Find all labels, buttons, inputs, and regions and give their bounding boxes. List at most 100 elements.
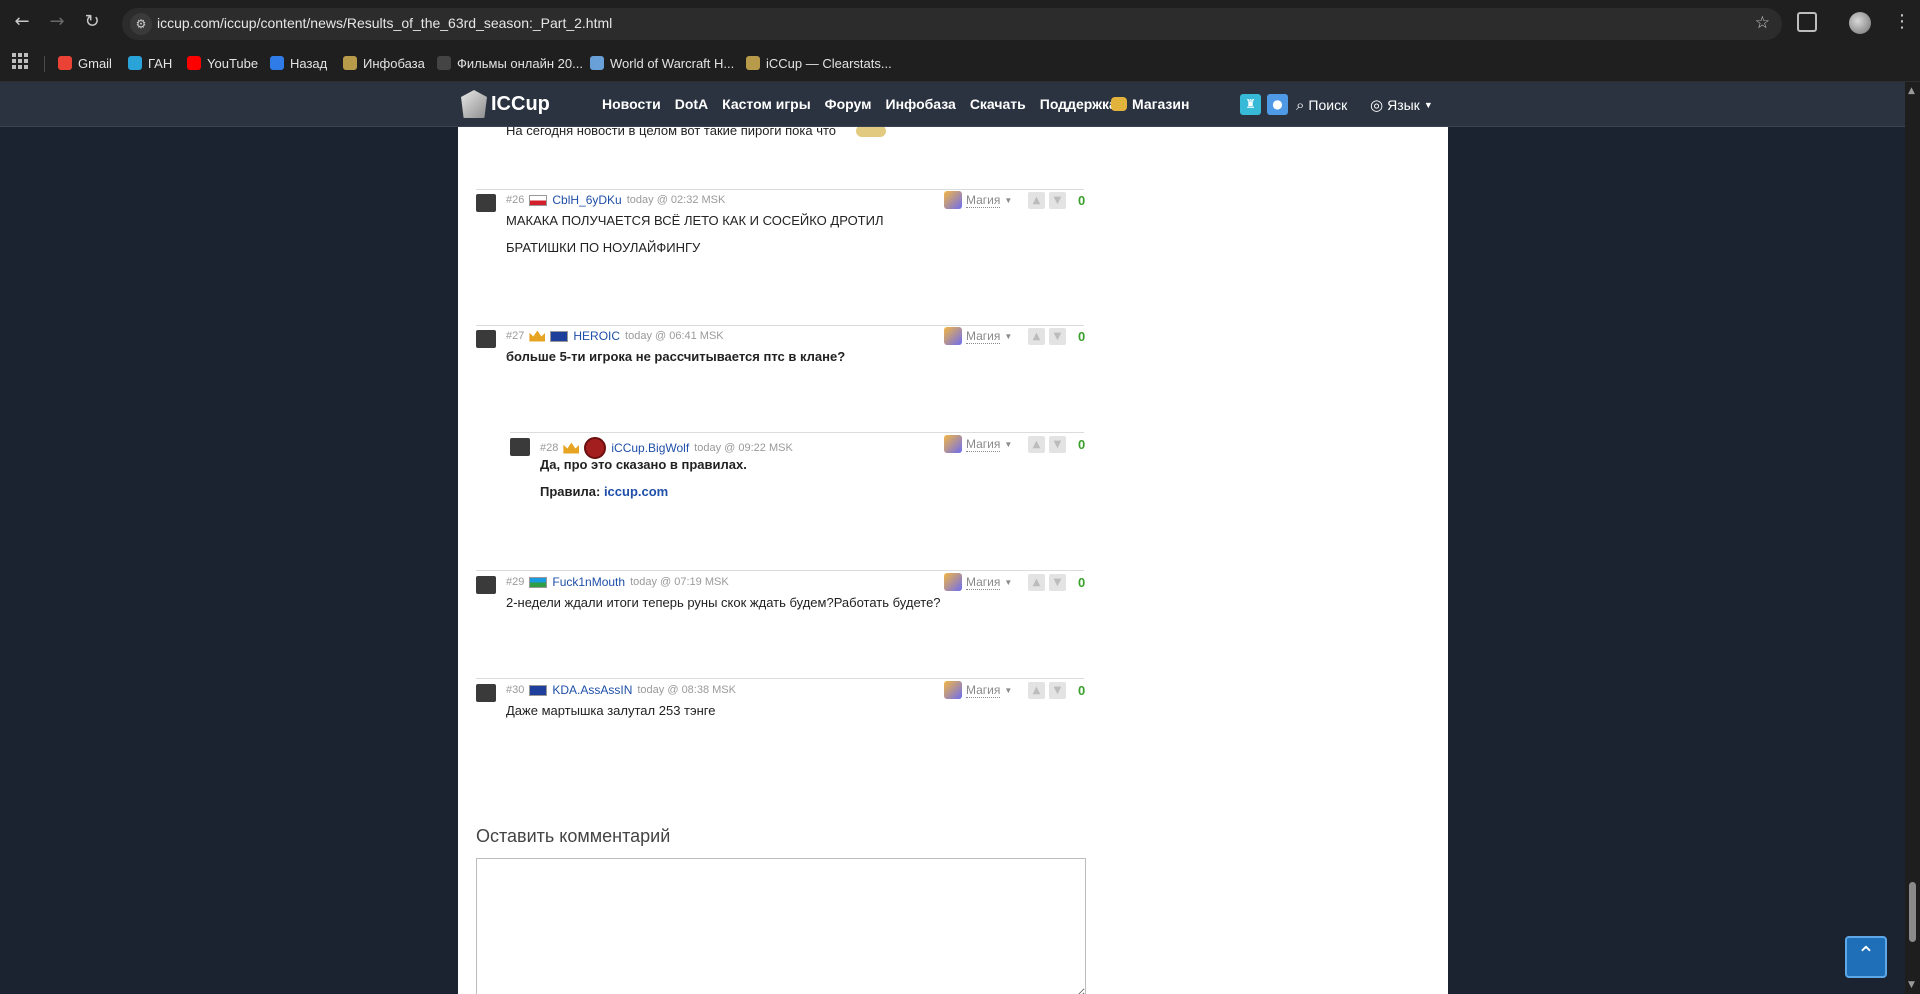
- magic-dropdown[interactable]: Магия ▼: [944, 573, 1012, 591]
- bookmark-item[interactable]: Фильмы онлайн 20...: [437, 53, 583, 73]
- gmail-icon: [58, 56, 72, 70]
- reload-button[interactable]: ↻: [80, 10, 104, 34]
- bookmark-label: iCCup — Clearstats...: [766, 55, 892, 71]
- vote-score: 0: [1078, 437, 1086, 452]
- comment-time: today @ 07:19 MSK: [630, 576, 729, 588]
- magic-dropdown[interactable]: Магия ▼: [944, 435, 1012, 453]
- youtube-icon: [187, 56, 201, 70]
- thumbs-up-icon[interactable]: ▲: [1028, 436, 1045, 453]
- back-button[interactable]: ←: [10, 10, 34, 34]
- comment-divider: [476, 189, 1084, 190]
- avatar[interactable]: [476, 576, 496, 594]
- vote-controls: ▲ ▼ 0: [1028, 436, 1085, 453]
- bookmark-item[interactable]: iCCup — Clearstats...: [746, 53, 892, 73]
- film-icon: [437, 56, 451, 70]
- thumbs-up-icon[interactable]: ▲: [1028, 328, 1045, 345]
- url-text[interactable]: iccup.com/iccup/content/news/Results_of_…: [157, 15, 612, 31]
- rules-link[interactable]: iccup.com: [604, 484, 668, 499]
- nav-support[interactable]: Поддержка: [1040, 96, 1117, 112]
- bookmark-item[interactable]: World of Warcraft H...: [590, 53, 734, 73]
- comment-number[interactable]: #30: [506, 684, 524, 696]
- shop-label: Магазин: [1132, 96, 1190, 112]
- extensions-icon[interactable]: [1797, 12, 1817, 32]
- scrollbar[interactable]: ▲ ▼: [1905, 82, 1920, 994]
- nav-news[interactable]: Новости: [602, 96, 661, 112]
- site-logo[interactable]: ICCup: [461, 90, 550, 118]
- address-bar[interactable]: ⚙ iccup.com/iccup/content/news/Results_o…: [122, 8, 1782, 40]
- bookmark-item[interactable]: Gmail: [58, 53, 112, 73]
- magic-dropdown[interactable]: Магия ▼: [944, 191, 1012, 209]
- site-info-icon[interactable]: ⚙: [130, 13, 152, 35]
- thumbs-down-icon[interactable]: ▼: [1049, 682, 1066, 699]
- magic-wand-icon: [944, 327, 962, 345]
- avatar[interactable]: [510, 438, 530, 456]
- country-flag-icon: [529, 684, 548, 696]
- user-icon[interactable]: ●: [1267, 94, 1288, 115]
- language-label: Язык: [1387, 97, 1420, 113]
- comment-rules-line: Правила: iccup.com: [540, 478, 668, 505]
- comment-time: today @ 06:41 MSK: [625, 330, 724, 342]
- avatar[interactable]: [476, 684, 496, 702]
- scroll-to-top-button[interactable]: ⌃: [1845, 936, 1887, 978]
- nav-custom-games[interactable]: Кастом игры: [722, 96, 811, 112]
- browser-menu-icon[interactable]: ⋮: [1893, 10, 1911, 34]
- nav-infobase[interactable]: Инфобаза: [886, 96, 956, 112]
- thumbs-down-icon[interactable]: ▼: [1049, 192, 1066, 209]
- smiley-icon: [856, 127, 886, 137]
- comment-number[interactable]: #29: [506, 576, 524, 588]
- bookmark-item[interactable]: Инфобаза: [343, 53, 425, 73]
- avatar[interactable]: [476, 194, 496, 212]
- magic-dropdown[interactable]: Магия ▼: [944, 327, 1012, 345]
- thumbs-down-icon[interactable]: ▼: [1049, 328, 1066, 345]
- vote-score: 0: [1078, 329, 1086, 344]
- comment-author[interactable]: CblH_6yDKu: [552, 193, 621, 207]
- nav-download[interactable]: Скачать: [970, 96, 1026, 112]
- coins-icon: [1111, 97, 1127, 111]
- magic-label: Магия: [966, 436, 1001, 452]
- comment-number[interactable]: #26: [506, 194, 524, 206]
- forward-button[interactable]: →: [45, 10, 69, 34]
- avatar[interactable]: [476, 330, 496, 348]
- nav-forum[interactable]: Форум: [825, 96, 872, 112]
- main-nav: Новости DotA Кастом игры Форум Инфобаза …: [602, 96, 1117, 112]
- bookmark-item[interactable]: ГАН: [128, 53, 172, 73]
- scroll-thumb[interactable]: [1909, 882, 1916, 942]
- comment-text: МАКАКА ПОЛУЧАЕТСЯ ВСЁ ЛЕТО КАК И СОСЕЙКО…: [506, 213, 884, 228]
- vote-score: 0: [1078, 193, 1086, 208]
- thumbs-up-icon[interactable]: ▲: [1028, 192, 1045, 209]
- scroll-up-icon[interactable]: ▲: [1908, 86, 1915, 96]
- bookmark-label: Gmail: [78, 55, 112, 71]
- comment-meta: #27 HEROIC today @ 06:41 MSK: [506, 329, 724, 343]
- bookmark-item[interactable]: Назад: [270, 53, 327, 73]
- chat-icon: [270, 56, 284, 70]
- language-dropdown[interactable]: ◎ Язык ▼: [1370, 96, 1433, 114]
- gan-icon: [128, 56, 142, 70]
- comment-author[interactable]: HEROIC: [573, 329, 620, 343]
- bookmark-label: YouTube: [207, 55, 259, 71]
- bookmark-item[interactable]: YouTube: [187, 53, 258, 73]
- nav-shop[interactable]: Магазин: [1111, 96, 1189, 112]
- twitch-icon[interactable]: ♜: [1240, 94, 1261, 115]
- thumbs-down-icon[interactable]: ▼: [1049, 574, 1066, 591]
- bookmark-star-icon[interactable]: ☆: [1755, 13, 1770, 33]
- magic-wand-icon: [944, 435, 962, 453]
- comment-textarea[interactable]: [476, 858, 1086, 994]
- profile-avatar[interactable]: [1849, 12, 1871, 34]
- nav-dota[interactable]: DotA: [675, 96, 708, 112]
- comment-text: Даже мартышка залутал 253 тэнге: [506, 703, 716, 718]
- comment-divider: [476, 325, 1084, 326]
- thumbs-down-icon[interactable]: ▼: [1049, 436, 1066, 453]
- comment-author[interactable]: KDA.AssAssIN: [552, 683, 632, 697]
- apps-grid-icon[interactable]: [12, 53, 28, 69]
- comment-author[interactable]: Fuck1nMouth: [552, 575, 625, 589]
- thumbs-up-icon[interactable]: ▲: [1028, 682, 1045, 699]
- scroll-down-icon[interactable]: ▼: [1908, 980, 1915, 990]
- globe-icon: ◎: [1370, 96, 1384, 114]
- comment-number[interactable]: #27: [506, 330, 524, 342]
- search-icon: ⌕: [1296, 96, 1305, 114]
- bookmark-label: World of Warcraft H...: [610, 55, 735, 71]
- crown-icon: [529, 330, 546, 342]
- magic-dropdown[interactable]: Магия ▼: [944, 681, 1012, 699]
- thumbs-up-icon[interactable]: ▲: [1028, 574, 1045, 591]
- search-link[interactable]: ⌕ Поиск: [1296, 96, 1347, 114]
